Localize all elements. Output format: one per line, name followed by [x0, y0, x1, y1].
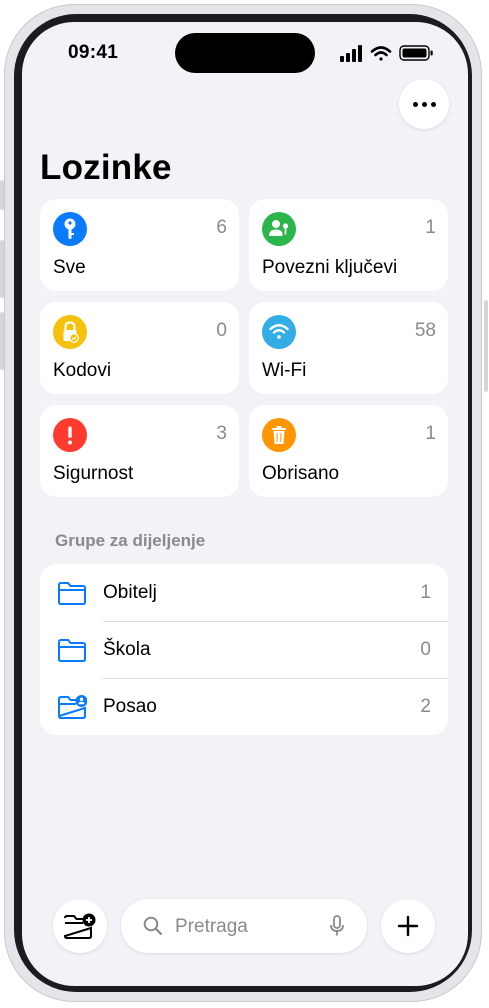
group-count: 1	[420, 582, 431, 603]
group-label: Posao	[103, 696, 157, 717]
group-row-family[interactable]: Obitelj 1	[40, 564, 448, 621]
battery-icon	[399, 45, 433, 61]
category-count: 1	[425, 217, 436, 238]
search-icon	[143, 916, 163, 936]
folder-icon	[58, 639, 86, 662]
lock-check-icon	[53, 315, 87, 349]
more-options-button[interactable]	[399, 79, 449, 129]
group-label: Škola	[103, 639, 151, 660]
category-label: Kodovi	[53, 360, 112, 381]
category-tile-deleted[interactable]: 1 Obrisano	[249, 405, 448, 497]
status-icons	[340, 45, 433, 62]
more-dot-icon	[421, 101, 427, 107]
key-icon	[53, 212, 87, 246]
microphone-icon[interactable]	[329, 915, 345, 937]
volume-up-button	[0, 240, 4, 298]
dynamic-island	[175, 33, 315, 73]
exclamation-icon	[53, 418, 87, 452]
category-count: 1	[425, 423, 436, 444]
category-tile-wifi[interactable]: 58 Wi-Fi	[249, 302, 448, 394]
page-title: Lozinke	[40, 148, 172, 187]
search-bar[interactable]	[121, 899, 367, 953]
action-button	[0, 180, 4, 210]
group-row-school[interactable]: Škola 0	[40, 621, 448, 678]
section-header-shared-groups: Grupe za dijeljenje	[55, 531, 206, 550]
category-count: 6	[216, 217, 227, 238]
new-group-button[interactable]	[53, 899, 107, 953]
more-dot-icon	[430, 101, 436, 107]
category-label: Povezni ključevi	[262, 257, 398, 278]
power-button	[484, 300, 488, 392]
category-label: Sigurnost	[53, 463, 134, 484]
cellular-signal-icon	[340, 45, 362, 62]
volume-down-button	[0, 312, 4, 370]
add-button[interactable]	[381, 899, 435, 953]
category-label: Obrisano	[262, 463, 340, 484]
trash-icon	[262, 418, 296, 452]
category-label: Sve	[53, 257, 86, 278]
screen: 09:41 Lozinke 6 Sve 1 Povezni ključevi 0…	[22, 22, 468, 986]
category-tile-all[interactable]: 6 Sve	[40, 199, 239, 291]
category-tile-codes[interactable]: 0 Kodovi	[40, 302, 239, 394]
category-tile-passkeys[interactable]: 1 Povezni ključevi	[249, 199, 448, 291]
wifi-icon	[262, 315, 296, 349]
group-count: 0	[420, 639, 431, 660]
category-count: 0	[216, 320, 227, 341]
wifi-status-icon	[370, 46, 392, 61]
status-time: 09:41	[68, 42, 119, 63]
group-count: 2	[420, 696, 431, 717]
shared-groups-list: Obitelj 1 Škola 0 Posao 2	[40, 564, 448, 735]
folder-icon	[58, 582, 86, 605]
shared-folder-icon	[57, 695, 87, 719]
more-dot-icon	[412, 101, 418, 107]
category-label: Wi-Fi	[262, 360, 307, 381]
search-input[interactable]	[173, 913, 327, 941]
category-count: 58	[414, 320, 436, 341]
group-label: Obitelj	[103, 582, 157, 603]
group-row-work[interactable]: Posao 2	[40, 678, 448, 735]
folder-add-icon	[63, 913, 96, 939]
category-tile-security[interactable]: 3 Sigurnost	[40, 405, 239, 497]
passkey-person-icon	[262, 212, 296, 246]
plus-icon	[397, 915, 419, 937]
category-count: 3	[216, 423, 227, 444]
